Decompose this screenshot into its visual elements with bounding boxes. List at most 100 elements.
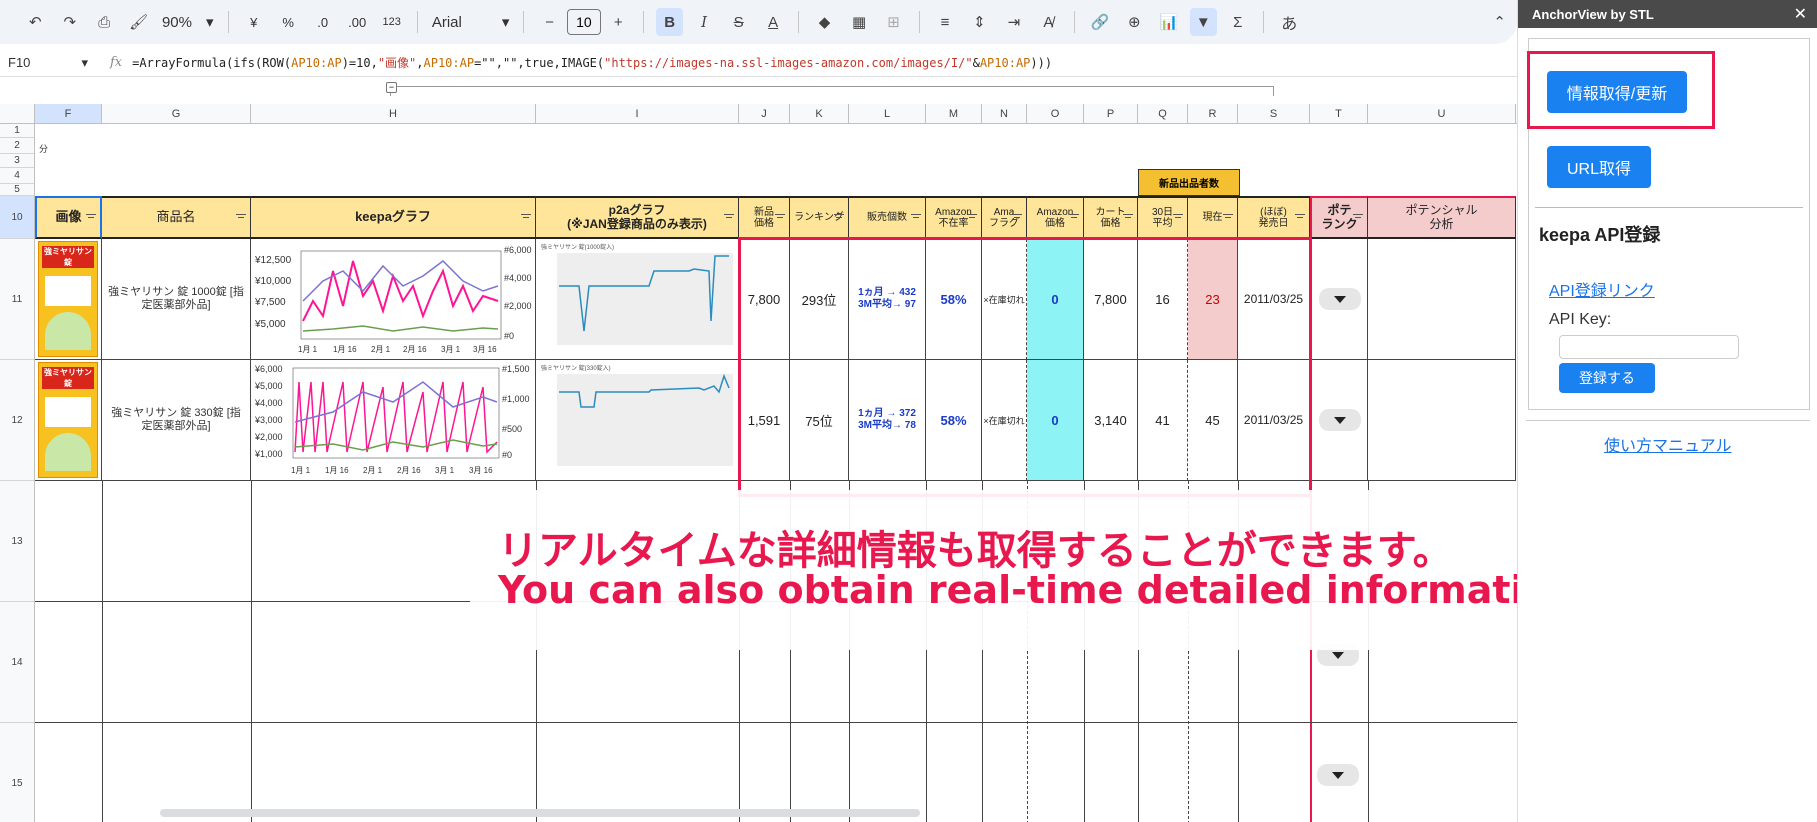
header-ranking[interactable]: ランキング bbox=[790, 196, 849, 239]
filter-icon[interactable] bbox=[1012, 213, 1022, 220]
group-collapse-icon[interactable]: − bbox=[386, 82, 397, 93]
filter-icon[interactable] bbox=[521, 213, 531, 220]
dropdown-chip[interactable] bbox=[1318, 288, 1361, 310]
potential-analysis-cell[interactable] bbox=[1368, 239, 1516, 360]
print-icon[interactable]: ⎙ bbox=[91, 8, 117, 36]
font-size-increase-button[interactable]: + bbox=[605, 8, 631, 36]
col-header-h[interactable]: H bbox=[251, 104, 536, 123]
col-header-o[interactable]: O bbox=[1027, 104, 1084, 123]
dropdown-chip[interactable] bbox=[1318, 409, 1361, 431]
font-size-decrease-button[interactable]: − bbox=[536, 8, 562, 36]
col-header-r[interactable]: R bbox=[1188, 104, 1238, 123]
register-button[interactable]: 登録する bbox=[1559, 363, 1655, 393]
filter-icon[interactable] bbox=[1353, 213, 1363, 220]
font-size-input[interactable]: 10 bbox=[566, 9, 601, 35]
col-header-j[interactable]: J bbox=[739, 104, 790, 123]
row-header[interactable]: 2 bbox=[0, 138, 34, 154]
increase-decimal-button[interactable]: .00 bbox=[344, 8, 370, 36]
percent-format-button[interactable]: % bbox=[275, 8, 301, 36]
filter-icon[interactable]: ▼ bbox=[1190, 8, 1217, 36]
close-icon[interactable]: ✕ bbox=[1794, 4, 1807, 24]
header-amazon-out[interactable]: Amazon 不在率 bbox=[926, 196, 982, 239]
col-header-l[interactable]: L bbox=[849, 104, 926, 123]
col-header-u[interactable]: U bbox=[1368, 104, 1516, 123]
row-header[interactable]: 15 bbox=[0, 723, 34, 822]
potential-rank-cell[interactable] bbox=[1310, 360, 1368, 481]
text-rotation-icon[interactable]: A̸ bbox=[1035, 8, 1061, 36]
header-sales[interactable]: 販売個数 bbox=[849, 196, 926, 239]
filter-icon[interactable] bbox=[86, 213, 96, 220]
fill-color-icon[interactable]: ◆ bbox=[811, 8, 837, 36]
filter-icon[interactable] bbox=[967, 213, 977, 220]
header-keepa[interactable]: keepaグラフ bbox=[251, 196, 536, 239]
filter-icon[interactable] bbox=[1295, 213, 1305, 220]
header-image[interactable]: 画像 bbox=[35, 196, 102, 239]
number-format-button[interactable]: 123 bbox=[378, 8, 404, 36]
header-ama-flag[interactable]: Ama フラグ bbox=[982, 196, 1027, 239]
col-header-i[interactable]: I bbox=[536, 104, 739, 123]
header-amazon-price[interactable]: Amazon 価格 bbox=[1027, 196, 1084, 239]
header-cart-price[interactable]: カート 価格 bbox=[1084, 196, 1138, 239]
filter-icon[interactable] bbox=[834, 213, 844, 220]
potential-analysis-cell[interactable] bbox=[1368, 360, 1516, 481]
col-header-f[interactable]: F bbox=[35, 104, 102, 123]
row-header[interactable]: 3 bbox=[0, 154, 34, 168]
fetch-update-button[interactable]: 情報取得/更新 bbox=[1547, 71, 1687, 113]
header-name[interactable]: 商品名 bbox=[102, 196, 251, 239]
filter-icon[interactable] bbox=[775, 213, 785, 220]
select-all-corner[interactable] bbox=[0, 104, 35, 123]
filter-icon[interactable] bbox=[1069, 213, 1079, 220]
text-wrap-icon[interactable]: ⇥ bbox=[1001, 8, 1027, 36]
filter-icon[interactable] bbox=[911, 213, 921, 220]
text-color-button[interactable]: A bbox=[760, 8, 786, 36]
comment-icon[interactable]: ⊕ bbox=[1121, 8, 1147, 36]
header-30day-avg[interactable]: 30日 平均 bbox=[1138, 196, 1188, 239]
keepa-graph-cell[interactable]: ¥12,500 ¥10,000 ¥7,500 ¥5,000 #6,000 #4,… bbox=[251, 239, 536, 360]
image-cell[interactable]: 強ミヤリサン錠 bbox=[35, 239, 102, 360]
api-key-input[interactable] bbox=[1559, 335, 1739, 359]
redo-icon[interactable]: ↷ bbox=[56, 8, 82, 36]
row-header[interactable]: 4 bbox=[0, 168, 34, 184]
col-header-s[interactable]: S bbox=[1238, 104, 1310, 123]
decrease-decimal-button[interactable]: .0 bbox=[309, 8, 335, 36]
row-header[interactable]: 1 bbox=[0, 124, 34, 138]
name-box[interactable]: F10 ▾ bbox=[0, 55, 94, 71]
col-header-p[interactable]: P bbox=[1084, 104, 1138, 123]
zoom-select[interactable]: 90% ▾ bbox=[162, 13, 214, 32]
horizontal-scrollbar[interactable] bbox=[160, 809, 920, 817]
horizontal-align-icon[interactable]: ≡ bbox=[932, 8, 958, 36]
row-header[interactable]: 5 bbox=[0, 184, 34, 196]
input-tools-button[interactable]: あ bbox=[1276, 8, 1302, 36]
undo-icon[interactable]: ↶ bbox=[22, 8, 48, 36]
header-release-date[interactable]: (ほぼ) 発売日 bbox=[1238, 196, 1310, 239]
chart-icon[interactable]: 📊 bbox=[1156, 8, 1182, 36]
p2a-graph-cell[interactable]: 強ミヤリサン 錠(330錠入) bbox=[536, 360, 739, 481]
col-header-k[interactable]: K bbox=[790, 104, 849, 123]
merge-cells-icon[interactable]: ⊞ bbox=[880, 8, 906, 36]
col-header-n[interactable]: N bbox=[982, 104, 1027, 123]
row-header[interactable]: 12 bbox=[0, 360, 34, 481]
borders-icon[interactable]: ▦ bbox=[846, 8, 872, 36]
vertical-align-icon[interactable]: ⇕ bbox=[966, 8, 992, 36]
potential-rank-cell[interactable] bbox=[1310, 239, 1368, 360]
paint-format-icon[interactable]: 🖌 bbox=[125, 8, 151, 36]
filter-icon[interactable] bbox=[1123, 213, 1133, 220]
header-current[interactable]: 現在 bbox=[1188, 196, 1238, 239]
row-header[interactable]: 14 bbox=[0, 602, 34, 723]
dropdown-chip[interactable] bbox=[1317, 764, 1359, 786]
col-header-m[interactable]: M bbox=[926, 104, 982, 123]
collapse-toolbar-icon[interactable]: ⌃ bbox=[1486, 8, 1512, 36]
product-name-cell[interactable]: 強ミヤリサン 錠 1000錠 [指定医薬部外品] bbox=[102, 239, 251, 360]
header-potential-rank[interactable]: ポテ ランク bbox=[1310, 196, 1368, 239]
header-potential-analysis[interactable]: ポテンシャル 分析 bbox=[1368, 196, 1516, 239]
row-header[interactable]: 11 bbox=[0, 239, 34, 360]
header-p2a[interactable]: p2aグラフ (※JAN登録商品のみ表示) bbox=[536, 196, 739, 239]
font-select[interactable]: Arial ▾ bbox=[432, 13, 510, 32]
product-name-cell[interactable]: 強ミヤリサン 錠 330錠 [指定医薬部外品] bbox=[102, 360, 251, 481]
filter-icon[interactable] bbox=[236, 213, 246, 220]
filter-icon[interactable] bbox=[1223, 213, 1233, 220]
row-header[interactable]: 13 bbox=[0, 481, 34, 602]
keepa-graph-cell[interactable]: ¥6,000 ¥5,000 ¥4,000 ¥3,000 ¥2,000 ¥1,00… bbox=[251, 360, 536, 481]
filter-icon[interactable] bbox=[1173, 213, 1183, 220]
image-cell[interactable]: 強ミヤリサン錠 bbox=[35, 360, 102, 481]
